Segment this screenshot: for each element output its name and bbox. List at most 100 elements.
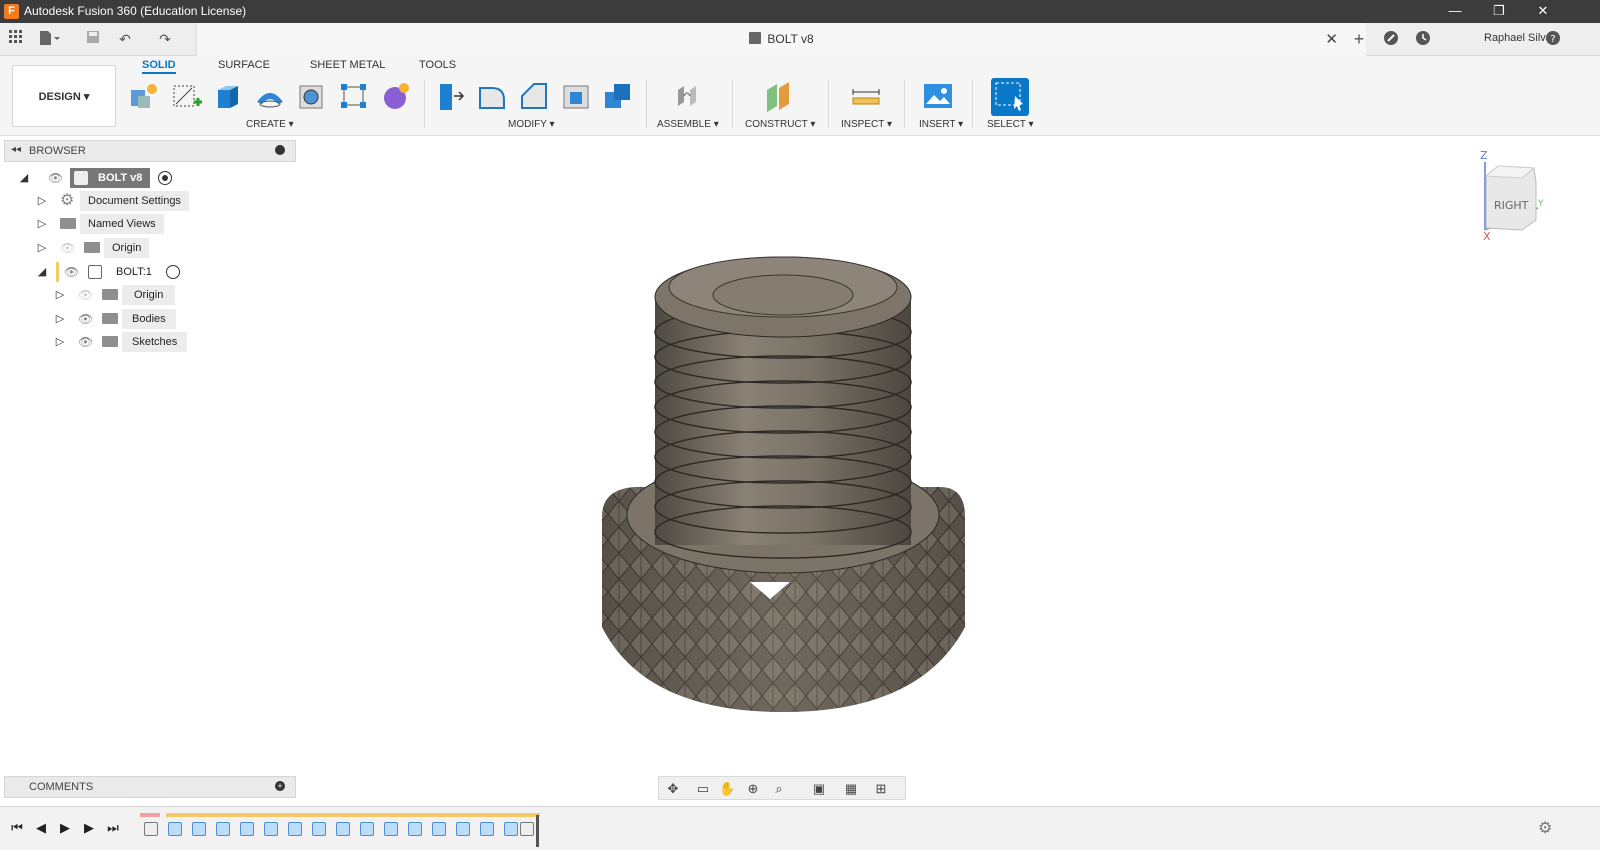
visibility-eye-icon[interactable]: 👁 xyxy=(48,171,63,185)
display-settings-icon[interactable]: ▣ xyxy=(811,781,827,797)
new-component-icon[interactable] xyxy=(128,80,160,112)
save-icon[interactable] xyxy=(84,30,102,48)
canvas-viewport[interactable] xyxy=(300,137,1590,773)
timeline-feature-coil[interactable] xyxy=(264,822,278,836)
timeline-feature-pattern[interactable] xyxy=(336,822,350,836)
look-at-icon[interactable]: ▭ xyxy=(695,781,711,797)
construct-group-label[interactable]: CONSTRUCT ▾ xyxy=(745,119,815,130)
timeline-settings-gear-icon[interactable]: ⚙ xyxy=(1538,821,1554,837)
job-status-icon[interactable] xyxy=(1414,30,1432,48)
go-to-end-icon[interactable]: ⏭ xyxy=(106,821,120,835)
modify-group-label[interactable]: MODIFY ▾ xyxy=(508,119,555,130)
fillet-icon[interactable] xyxy=(476,80,508,112)
expand-icon[interactable]: ▷ xyxy=(54,312,66,325)
activate-radio-icon[interactable] xyxy=(166,265,180,279)
timeline-feature-revolve[interactable] xyxy=(216,822,230,836)
document-tab[interactable]: BOLT v8 ✕ xyxy=(196,23,1366,56)
step-forward-icon[interactable]: ▶ xyxy=(82,821,96,835)
zoom-icon[interactable]: ⊕ xyxy=(745,781,761,797)
expand-icon[interactable]: ◢ xyxy=(18,171,30,184)
timeline-feature-sketch[interactable] xyxy=(432,822,446,836)
tab-solid[interactable]: SOLID xyxy=(142,59,176,74)
timeline-feature-sketch[interactable] xyxy=(168,822,182,836)
expand-icon[interactable]: ▷ xyxy=(36,217,48,230)
revolve-icon[interactable] xyxy=(254,80,286,112)
minimize-button[interactable]: — xyxy=(1432,0,1478,23)
timeline-feature-sketch[interactable] xyxy=(480,822,494,836)
hidden-eye-icon[interactable]: 👁 xyxy=(60,241,75,255)
visibility-eye-icon[interactable]: 👁 xyxy=(78,335,93,349)
add-comment-icon[interactable]: + xyxy=(275,781,285,791)
bolt-3d-model[interactable] xyxy=(300,137,1590,773)
press-pull-icon[interactable] xyxy=(434,80,466,112)
orbit-icon[interactable]: ✥ xyxy=(665,781,681,797)
select-group-label[interactable]: SELECT ▾ xyxy=(987,119,1034,130)
pan-icon[interactable]: ✋ xyxy=(719,781,735,797)
joint-icon[interactable] xyxy=(672,80,704,112)
viewcube-face-label[interactable]: RIGHT xyxy=(1494,199,1529,212)
workspace-switcher[interactable]: DESIGN ▾ xyxy=(12,65,116,127)
collapse-browser-icon[interactable]: ◂◂ xyxy=(11,144,21,155)
inspect-group-label[interactable]: INSPECT ▾ xyxy=(841,119,892,130)
pattern-icon[interactable] xyxy=(338,80,370,112)
measure-icon[interactable] xyxy=(850,80,882,112)
visibility-eye-icon[interactable]: 👁 xyxy=(78,312,93,326)
chamfer-icon[interactable] xyxy=(518,80,550,112)
shell-icon[interactable] xyxy=(560,80,592,112)
new-tab-icon[interactable]: + xyxy=(1350,30,1368,48)
tab-sheet-metal[interactable]: SHEET METAL xyxy=(310,59,385,71)
hidden-eye-icon[interactable]: 👁 xyxy=(78,288,93,302)
extensions-icon[interactable] xyxy=(1382,30,1400,48)
go-to-start-icon[interactable]: ⏮ xyxy=(10,821,24,835)
user-name[interactable]: Raphael Silva xyxy=(1484,32,1552,44)
app-grid-icon[interactable] xyxy=(7,30,25,48)
browser-header[interactable]: ◂◂ BROWSER xyxy=(4,140,296,162)
insert-image-icon[interactable] xyxy=(922,80,954,112)
expand-icon[interactable]: ◢ xyxy=(36,265,48,278)
visibility-eye-icon[interactable]: 👁 xyxy=(64,265,79,279)
timeline-feature-coil[interactable] xyxy=(240,822,254,836)
file-menu-icon[interactable] xyxy=(38,30,60,48)
redo-icon[interactable]: ↷ xyxy=(156,30,174,48)
timeline-feature-chamfer[interactable] xyxy=(520,822,534,836)
timeline-playhead[interactable] xyxy=(536,815,539,847)
timeline-feature-coil[interactable] xyxy=(408,822,422,836)
expand-icon[interactable]: ▷ xyxy=(54,288,66,301)
viewports-icon[interactable]: ⊞ xyxy=(873,781,889,797)
view-cube[interactable]: Z RIGHT Y X xyxy=(1478,148,1548,243)
help-icon[interactable]: ? xyxy=(1544,30,1562,48)
timeline-feature-extrude[interactable] xyxy=(384,822,398,836)
fit-icon[interactable]: ⌕ xyxy=(771,781,787,797)
expand-icon[interactable]: ▷ xyxy=(54,335,66,348)
activate-radio-icon[interactable] xyxy=(158,171,172,185)
expand-icon[interactable]: ▷ xyxy=(36,194,48,207)
grid-settings-icon[interactable]: ▦ xyxy=(843,781,859,797)
close-tab-button[interactable]: ✕ xyxy=(1325,30,1338,48)
create-group-label[interactable]: CREATE ▾ xyxy=(246,119,294,130)
select-icon[interactable] xyxy=(991,78,1029,116)
hole-icon[interactable] xyxy=(296,80,328,112)
tab-surface[interactable]: SURFACE xyxy=(218,59,270,71)
timeline-feature-extrude[interactable] xyxy=(456,822,470,836)
comments-header[interactable]: COMMENTS + xyxy=(4,776,296,798)
close-window-button[interactable]: ✕ xyxy=(1520,0,1566,23)
insert-group-label[interactable]: INSERT ▾ xyxy=(919,119,963,130)
tab-tools[interactable]: TOOLS xyxy=(419,59,456,71)
timeline-feature-extrude[interactable] xyxy=(504,822,518,836)
offset-plane-icon[interactable] xyxy=(764,80,796,112)
assemble-group-label[interactable]: ASSEMBLE ▾ xyxy=(657,119,719,130)
undo-icon[interactable]: ↶ xyxy=(116,30,134,48)
extrude-icon[interactable] xyxy=(212,80,244,112)
combine-icon[interactable] xyxy=(602,80,634,112)
play-icon[interactable]: ▶ xyxy=(58,821,72,835)
restore-button[interactable]: ❐ xyxy=(1476,0,1522,23)
create-form-icon[interactable] xyxy=(380,80,412,112)
browser-minimize-icon[interactable] xyxy=(275,145,285,155)
timeline-feature-sketch[interactable] xyxy=(360,822,374,836)
timeline-feature-mirror[interactable] xyxy=(312,822,326,836)
expand-icon[interactable]: ▷ xyxy=(36,241,48,254)
step-back-icon[interactable]: ◀ xyxy=(34,821,48,835)
create-sketch-icon[interactable] xyxy=(170,80,202,112)
timeline-feature-component[interactable] xyxy=(144,822,158,836)
timeline-feature-extrude[interactable] xyxy=(192,822,206,836)
